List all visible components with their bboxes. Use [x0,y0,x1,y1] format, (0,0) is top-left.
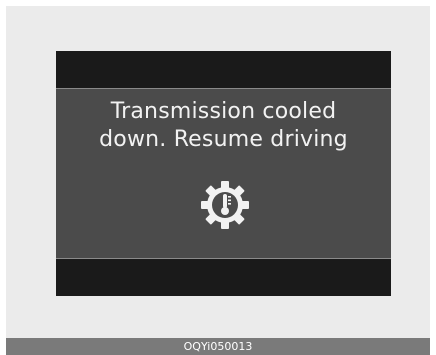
cluster-display: Transmission cooled down. Resume driving [56,51,391,296]
illustration-frame: Transmission cooled down. Resume driving [6,6,430,338]
transmission-temperature-gear-icon [201,181,249,229]
figure-code: OQYi050013 [183,340,253,353]
caption-bar: OQYi050013 [6,338,430,355]
message-line-2: down. Resume driving [99,127,348,152]
warning-message: Transmission cooled down. Resume driving [56,98,391,154]
message-panel: Transmission cooled down. Resume driving [56,88,391,259]
message-line-1: Transmission cooled [110,99,337,124]
